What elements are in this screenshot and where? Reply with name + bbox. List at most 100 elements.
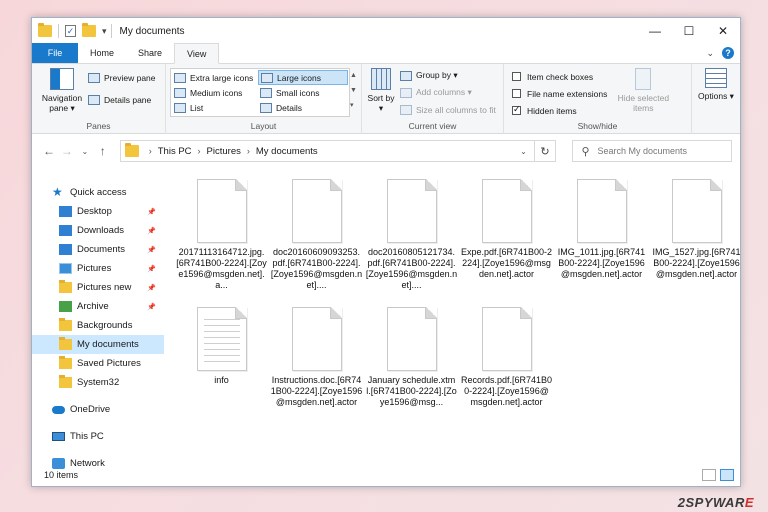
breadcrumb-my-documents[interactable]: My documents <box>256 146 318 157</box>
pin-icon[interactable]: 📌 <box>147 208 156 216</box>
chevron-right-icon[interactable]: › <box>247 146 250 156</box>
file-icon <box>481 307 532 371</box>
file-item[interactable]: Instructions.doc.[6R741B00-2224].[Zoye15… <box>269 307 364 435</box>
hidden-items-checkbox[interactable] <box>512 104 521 115</box>
sidebar-item-my-documents[interactable]: My documents <box>32 335 164 354</box>
tab-file[interactable]: File <box>32 43 78 63</box>
hidden-items-toggle[interactable]: Hidden items <box>512 103 607 118</box>
address-dropdown-icon[interactable]: ⌄ <box>514 147 534 156</box>
sidebar-item-backgrounds[interactable]: Backgrounds <box>32 316 164 335</box>
details-pane-button[interactable]: Details pane <box>88 92 156 107</box>
breadcrumb-pictures[interactable]: Pictures <box>207 146 241 157</box>
options-button[interactable]: Options ▾ <box>696 68 736 101</box>
navigation-pane-button[interactable]: Navigation pane ▾ <box>36 68 88 113</box>
group-by-button[interactable]: Group by ▾ <box>400 68 496 83</box>
pin-icon[interactable]: 📌 <box>147 265 156 273</box>
collapse-ribbon-icon[interactable]: ⌄ <box>706 48 714 59</box>
search-input[interactable]: ⚲ Search My documents <box>572 140 732 162</box>
file-icon <box>291 307 342 371</box>
layout-medium-icons[interactable]: Medium icons <box>172 85 258 100</box>
layout-large-icons[interactable]: Large icons <box>258 70 348 85</box>
chevron-right-icon[interactable]: › <box>198 146 201 156</box>
computer-icon <box>52 432 65 441</box>
minimize-button[interactable]: — <box>638 18 672 44</box>
layout-scroll[interactable]: ▲ ▼ ▾ <box>350 68 357 117</box>
layout-small-icons[interactable]: Small icons <box>258 85 348 100</box>
sidebar-item-label: Backgrounds <box>77 320 133 331</box>
file-item[interactable]: IMG_1011.jpg.[6R741B00-2224].[Zoye1596@m… <box>554 179 649 307</box>
sidebar-item-pictures[interactable]: Pictures 📌 <box>32 259 164 278</box>
nav-this-pc[interactable]: This PC <box>32 427 164 446</box>
file-item[interactable]: January schedule.xtml.[6R741B00-2224].[Z… <box>364 307 459 435</box>
search-icon: ⚲ <box>581 145 590 158</box>
file-item[interactable]: Records.pdf.[6R741B00-2224].[Zoye1596@ms… <box>459 307 554 435</box>
refresh-button[interactable]: ↻ <box>534 140 557 162</box>
tab-view[interactable]: View <box>174 43 220 64</box>
sidebar-item-desktop[interactable]: Desktop 📌 <box>32 202 164 221</box>
forward-arrow-icon[interactable]: → <box>58 144 76 158</box>
tab-home[interactable]: Home <box>78 43 126 63</box>
chevron-down-icon[interactable]: ▾ <box>102 26 107 37</box>
file-item[interactable]: info <box>174 307 269 435</box>
sidebar-item-downloads[interactable]: Downloads 📌 <box>32 221 164 240</box>
sidebar-item-system32[interactable]: System32 <box>32 373 164 392</box>
file-name-extensions-checkbox[interactable] <box>512 89 521 98</box>
address-bar[interactable]: › This PC › Pictures › My documents ⌄ <box>119 140 535 162</box>
file-item[interactable]: Expe.pdf.[6R741B00-2224].[Zoye1596@msgde… <box>459 179 554 307</box>
close-button[interactable]: ✕ <box>706 18 740 44</box>
ribbon-tabs: File Home Share View ⌄ ? <box>32 43 740 64</box>
extra-large-icons-icon <box>174 72 186 83</box>
hide-selected-items-button[interactable]: Hide selected items <box>611 68 675 118</box>
pictures-icon <box>59 263 72 274</box>
sidebar-item-documents[interactable]: Documents 📌 <box>32 240 164 259</box>
tab-share[interactable]: Share <box>126 43 174 63</box>
sidebar-item-pictures-new[interactable]: Pictures new 📌 <box>32 278 164 297</box>
file-item[interactable]: 20171113164712.jpg.[6R741B00-2224].[Zoye… <box>174 179 269 307</box>
caption-buttons: — ☐ ✕ <box>638 18 740 44</box>
maximize-button[interactable]: ☐ <box>672 18 706 44</box>
folder-icon <box>59 318 72 331</box>
pin-icon[interactable]: 📌 <box>147 227 156 235</box>
add-columns-button[interactable]: Add columns ▾ <box>400 85 496 100</box>
group-by-label: Group by ▾ <box>416 70 458 80</box>
sidebar-item-label: Archive <box>77 301 109 312</box>
pin-icon[interactable]: 📌 <box>147 246 156 254</box>
add-columns-icon <box>400 87 412 98</box>
size-all-columns-button[interactable]: Size all columns to fit <box>400 102 496 117</box>
breadcrumb-this-pc[interactable]: This PC <box>158 146 192 157</box>
pin-icon[interactable]: 📌 <box>147 284 156 292</box>
sidebar-item-label: My documents <box>77 339 139 350</box>
file-item[interactable]: doc20160609093253.pdf.[6R741B00-2224].[Z… <box>269 179 364 307</box>
folder-icon <box>59 375 72 388</box>
new-folder-icon[interactable] <box>82 23 96 37</box>
chevron-right-icon[interactable]: › <box>149 146 152 156</box>
recent-locations-icon[interactable]: ⌄ <box>76 147 94 156</box>
layout-list[interactable]: List <box>172 100 258 115</box>
file-name: 20171113164712.jpg.[6R741B00-2224].[Zoye… <box>176 247 267 290</box>
nav-quick-access[interactable]: ★ Quick access <box>32 183 164 202</box>
file-item[interactable]: doc20160805121734.pdf.[6R741B00-2224].[Z… <box>364 179 459 307</box>
layout-details[interactable]: Details <box>258 100 348 115</box>
details-pane-icon <box>88 94 100 105</box>
help-icon[interactable]: ? <box>722 47 734 59</box>
properties-icon[interactable]: ✓ <box>65 25 76 37</box>
pin-icon[interactable]: 📌 <box>147 303 156 311</box>
back-arrow-icon[interactable]: ← <box>40 144 58 158</box>
sort-by-button[interactable]: Sort by ▾ <box>366 68 396 117</box>
sidebar-item-saved-pictures[interactable]: Saved Pictures <box>32 354 164 373</box>
details-view-icon[interactable] <box>702 469 716 481</box>
sidebar-item-archive[interactable]: Archive 📌 <box>32 297 164 316</box>
item-check-boxes-toggle[interactable]: Item check boxes <box>512 69 607 84</box>
file-name-extensions-label: File name extensions <box>527 88 608 99</box>
nav-onedrive[interactable]: OneDrive <box>32 400 164 419</box>
preview-pane-button[interactable]: Preview pane <box>88 70 156 85</box>
file-name-extensions-toggle[interactable]: File name extensions <box>512 86 607 101</box>
up-arrow-icon[interactable]: ↑ <box>94 144 112 158</box>
layout-extra-large-icons[interactable]: Extra large icons <box>172 70 258 85</box>
large-icons-view-icon[interactable] <box>720 469 734 481</box>
search-placeholder: Search My documents <box>597 146 688 156</box>
folder-icon <box>59 280 72 293</box>
item-check-boxes-checkbox[interactable] <box>512 72 521 81</box>
layout-label: Medium icons <box>190 87 243 98</box>
file-item[interactable]: IMG_1527.jpg.[6R741B00-2224].[Zoye1596@m… <box>649 179 740 307</box>
